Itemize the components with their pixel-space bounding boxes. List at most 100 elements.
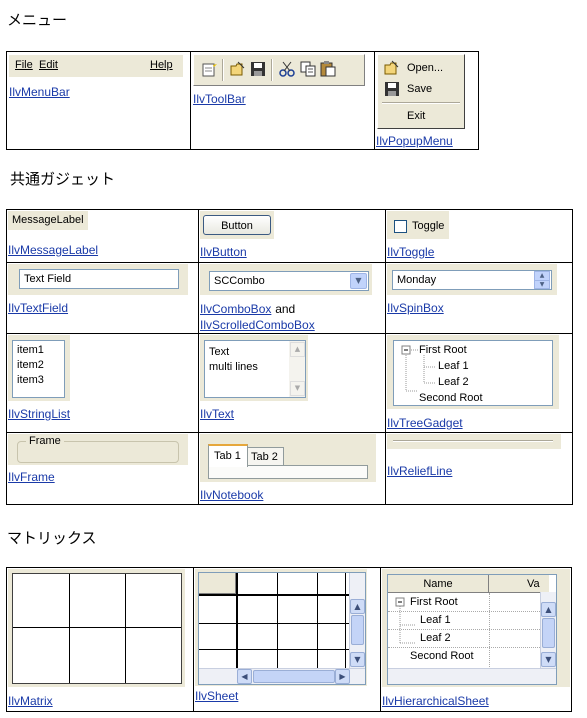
menu-file[interactable]: File (15, 59, 33, 71)
scroll-up-icon[interactable]: ▲ (350, 599, 365, 614)
menu-table: File Edit Help IlvMenuBar IlvToolBar Ope… (6, 51, 479, 150)
link-ilvscrolledcombobox[interactable]: IlvScrolledComboBox (200, 318, 315, 332)
scroll-up-icon[interactable]: ▲ (541, 602, 556, 617)
link-ilvtoolbar[interactable]: IlvToolBar (193, 92, 246, 106)
chevron-down-icon[interactable]: ▼ (350, 273, 367, 289)
combo-box[interactable]: SCCombo ▼ (209, 271, 369, 291)
tree-node-second-root[interactable]: Second Root (419, 392, 483, 404)
hsheet-vertical-scrollbar[interactable]: ▲ ▼ (540, 592, 556, 669)
sheet-hscroll-thumb[interactable] (253, 670, 335, 683)
scroll-down-icon[interactable]: ▼ (541, 652, 556, 667)
scroll-right-icon[interactable]: ▶ (335, 669, 350, 684)
scroll-up-icon[interactable]: ▲ (290, 342, 305, 357)
tree-gadget[interactable]: First Root Leaf 1 Leaf 2 Second Root (393, 340, 553, 406)
spinbox-cell: Monday ▲ ▼ IlvSpinBox (385, 262, 573, 334)
matrix-col-line (69, 574, 70, 683)
hsheet-horizontal-scrollbar[interactable] (388, 668, 556, 684)
menu-edit[interactable]: Edit (39, 59, 58, 71)
section-title-common-gadgets: 共通ガジェット (10, 170, 116, 188)
list-item[interactable]: item3 (17, 374, 44, 386)
tree-node-leaf1[interactable]: Leaf 1 (438, 360, 469, 372)
open-folder-icon[interactable] (230, 61, 246, 77)
list-item[interactable]: item2 (17, 359, 44, 371)
save-disk-icon[interactable] (250, 61, 266, 77)
text-area-scrollbar[interactable]: ▲ ▼ (289, 341, 305, 397)
tab-1-label: Tab 1 (214, 450, 241, 462)
popup-item-open[interactable]: Open... (378, 59, 464, 77)
link-ilvsheet[interactable]: IlvSheet (195, 689, 238, 703)
text-field[interactable]: Text Field (19, 269, 179, 289)
sheet-horizontal-scrollbar[interactable]: ◀ ▶ (199, 668, 365, 684)
copy-icon[interactable] (300, 61, 316, 77)
new-document-icon[interactable] (201, 61, 217, 77)
scroll-left-icon[interactable]: ◀ (237, 669, 252, 684)
toggle-checkbox[interactable] (394, 220, 407, 233)
hsheet-vscroll-thumb[interactable] (542, 618, 555, 648)
tree-node-leaf2[interactable]: Leaf 2 (438, 376, 469, 388)
sheet-grid[interactable]: ▲ ▼ ◀ ▶ (198, 572, 366, 685)
tab-1[interactable]: Tab 1 (208, 444, 248, 467)
tree-node-first-root[interactable]: First Root (419, 344, 467, 356)
tab-2[interactable]: Tab 2 (245, 447, 284, 466)
sheet-row-line (199, 649, 349, 650)
paste-icon[interactable] (320, 61, 336, 77)
link-ilvcombobox[interactable]: IlvComboBox (200, 302, 271, 316)
popup-menu: Open... Save Exit (377, 54, 465, 129)
hsheet-header-value-label: Va (527, 578, 540, 590)
save-disk-icon (384, 81, 400, 100)
hsheet-node-first-root[interactable]: First Root (410, 596, 458, 608)
link-ilvreliefline[interactable]: IlvReliefLine (387, 464, 452, 478)
link-ilvtextfield[interactable]: IlvTextField (8, 301, 68, 315)
textfield-panel: Text Field (8, 264, 188, 295)
text-area[interactable]: Text multi lines ▲ ▼ (204, 340, 306, 398)
sheet-vertical-scrollbar[interactable]: ▲ ▼ (349, 573, 365, 668)
menu-edit-label: Edit (39, 59, 58, 71)
popup-item-save[interactable]: Save (378, 80, 464, 98)
link-ilvtext[interactable]: IlvText (200, 407, 234, 421)
link-ilvmatrix[interactable]: IlvMatrix (8, 694, 53, 708)
hsheet-header-value[interactable]: Va (489, 575, 549, 593)
link-ilvnotebook[interactable]: IlvNotebook (200, 488, 263, 502)
link-ilvhierarchicalsheet[interactable]: IlvHierarchicalSheet (382, 694, 489, 708)
hsheet-panel: Name Va First Root Leaf 1 Leaf 2 Second … (382, 569, 570, 687)
sheet-vscroll-thumb[interactable] (351, 615, 364, 645)
sample-button[interactable]: Button (203, 215, 271, 235)
scroll-down-icon[interactable]: ▼ (290, 381, 305, 396)
link-ilvtoggle[interactable]: IlvToggle (387, 245, 434, 259)
string-list[interactable]: item1 item2 item3 (12, 340, 65, 398)
reliefline-cell: IlvReliefLine (385, 432, 573, 505)
menu-help[interactable]: Help (150, 59, 173, 71)
hsheet-node-leaf1[interactable]: Leaf 1 (420, 614, 451, 626)
list-item[interactable]: item1 (17, 344, 44, 356)
hsheet-node-second-root[interactable]: Second Root (410, 650, 474, 662)
link-ilvspinbox[interactable]: IlvSpinBox (387, 301, 444, 315)
relief-line (393, 440, 553, 442)
link-ilvmessagelabel[interactable]: IlvMessageLabel (8, 243, 98, 257)
cut-scissors-icon[interactable] (279, 61, 295, 77)
link-ilvtreegadget[interactable]: IlvTreeGadget (387, 416, 463, 430)
matrix-grid[interactable] (12, 573, 182, 684)
link-ilvstringlist[interactable]: IlvStringList (8, 407, 70, 421)
tab-2-label: Tab 2 (251, 451, 278, 463)
link-ilvbutton[interactable]: IlvButton (200, 245, 247, 259)
link-ilvmenubar[interactable]: IlvMenuBar (9, 85, 70, 99)
hsheet-header-name[interactable]: Name (388, 575, 489, 593)
sheet-panel: ▲ ▼ ◀ ▶ (195, 569, 367, 686)
hsheet-node-leaf2[interactable]: Leaf 2 (420, 632, 451, 644)
popup-item-exit[interactable]: Exit (378, 107, 464, 125)
hierarchical-sheet[interactable]: Name Va First Root Leaf 1 Leaf 2 Second … (387, 574, 557, 685)
text-field-value: Text Field (24, 273, 72, 285)
text-area-line1: Text (209, 346, 230, 358)
menubar: File Edit Help (9, 55, 183, 78)
notebook-panel: Tab 2 Tab 1 (200, 434, 376, 482)
text-panel: Text multi lines ▲ ▼ (200, 335, 308, 401)
text-area-line2: multi lines (209, 361, 258, 373)
spin-down-icon[interactable]: ▼ (534, 280, 550, 289)
message-label-text: MessageLabel (12, 214, 84, 226)
scroll-down-icon[interactable]: ▼ (350, 652, 365, 667)
link-ilvframe[interactable]: IlvFrame (8, 470, 55, 484)
link-ilvpopupmenu[interactable]: IlvPopupMenu (376, 134, 453, 148)
section-title-menu: メニュー (7, 11, 68, 29)
spin-box[interactable]: Monday ▲ ▼ (392, 270, 552, 290)
sample-button-label: Button (221, 220, 253, 232)
